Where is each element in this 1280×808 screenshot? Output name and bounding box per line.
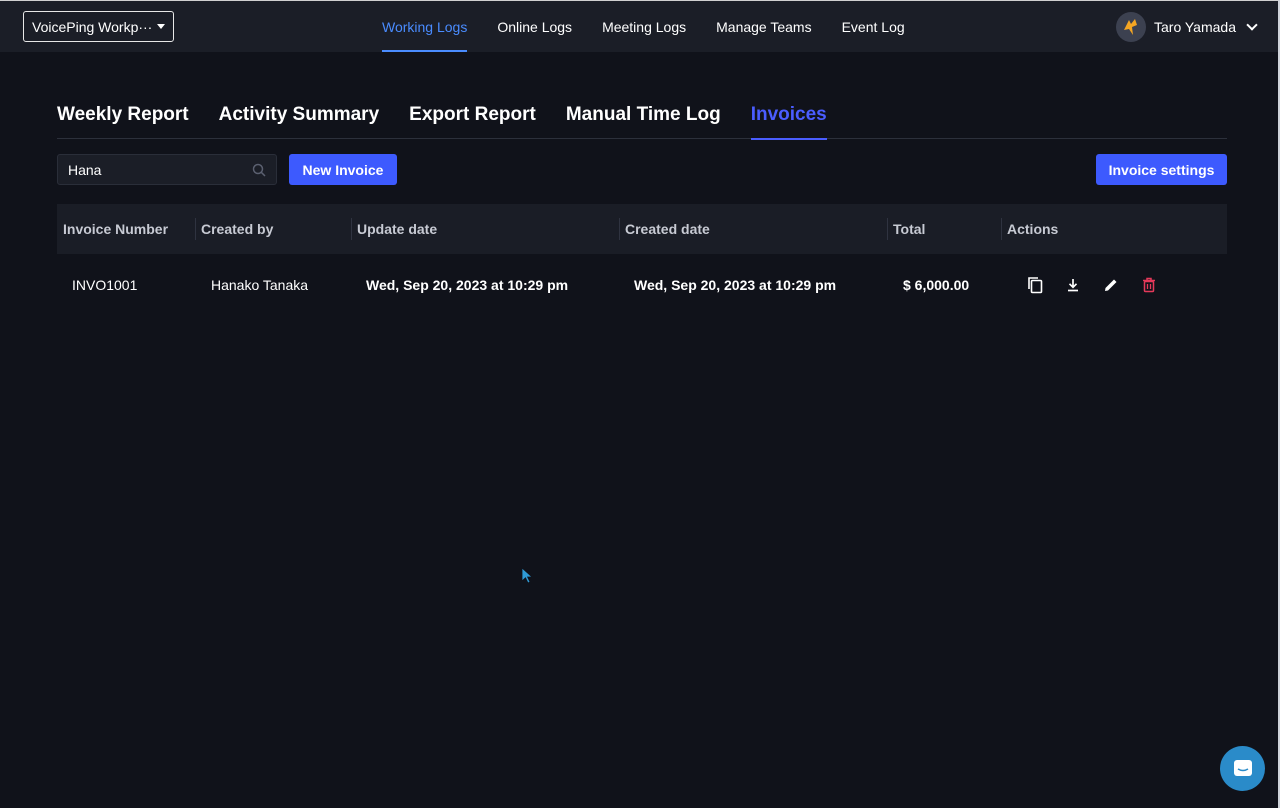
copy-icon[interactable] [1026, 276, 1044, 294]
mouse-cursor-icon [521, 567, 533, 584]
cell-created-date: Wed, Sep 20, 2023 at 10:29 pm [634, 277, 837, 293]
user-name: Taro Yamada [1154, 19, 1236, 35]
search-input[interactable] [68, 161, 252, 178]
cell-created-by: Hanako Tanaka [211, 277, 309, 293]
header-total[interactable]: Total [887, 204, 925, 254]
row-actions [1026, 254, 1158, 316]
invoice-table: Invoice Number Created by Update date Cr… [57, 204, 1227, 316]
edit-icon[interactable] [1102, 276, 1120, 294]
nav-manage-teams[interactable]: Manage Teams [716, 1, 811, 53]
user-avatar-icon [1124, 19, 1138, 35]
main-nav: Working Logs Online Logs Meeting Logs Ma… [382, 1, 905, 53]
header-actions: Actions [1001, 204, 1058, 254]
chat-icon [1233, 759, 1252, 776]
search-box [57, 154, 277, 185]
search-icon[interactable] [252, 163, 266, 177]
header-update-date[interactable]: Update date [351, 204, 437, 254]
tab-weekly-report[interactable]: Weekly Report [57, 98, 189, 139]
new-invoice-button[interactable]: New Invoice [289, 154, 397, 185]
cell-total: $ 6,000.00 [903, 277, 970, 293]
nav-event-log[interactable]: Event Log [842, 1, 905, 53]
chat-support-button[interactable] [1220, 746, 1265, 791]
nav-online-logs[interactable]: Online Logs [497, 1, 572, 53]
tab-activity-summary[interactable]: Activity Summary [219, 98, 380, 139]
report-tabs: Weekly Report Activity Summary Export Re… [57, 98, 1227, 140]
header-created-by[interactable]: Created by [195, 204, 273, 254]
table-row: INVO1001 Hanako Tanaka Wed, Sep 20, 2023… [57, 254, 1227, 316]
delete-icon[interactable] [1140, 276, 1158, 294]
chevron-down-icon [1246, 19, 1258, 31]
download-icon[interactable] [1064, 276, 1082, 294]
tab-export-report[interactable]: Export Report [409, 98, 536, 139]
header-invoice-number[interactable]: Invoice Number [57, 204, 168, 254]
tab-manual-time-log[interactable]: Manual Time Log [566, 98, 721, 139]
invoice-settings-button[interactable]: Invoice settings [1096, 154, 1227, 185]
top-bar: VoicePing Workp··· Working Logs Online L… [0, 0, 1280, 52]
user-menu[interactable]: Taro Yamada [1116, 12, 1258, 42]
avatar [1116, 12, 1147, 42]
nav-meeting-logs[interactable]: Meeting Logs [602, 1, 686, 53]
cell-invoice-number[interactable]: INVO1001 [72, 254, 137, 316]
cell-update-date: Wed, Sep 20, 2023 at 10:29 pm [366, 277, 569, 293]
header-created-date[interactable]: Created date [619, 204, 710, 254]
caret-down-icon [157, 24, 165, 29]
nav-working-logs[interactable]: Working Logs [382, 1, 468, 53]
table-header: Invoice Number Created by Update date Cr… [57, 204, 1227, 254]
workspace-label: VoicePing Workp··· [32, 18, 151, 35]
workspace-selector[interactable]: VoicePing Workp··· [23, 11, 174, 42]
tab-invoices[interactable]: Invoices [750, 98, 827, 140]
